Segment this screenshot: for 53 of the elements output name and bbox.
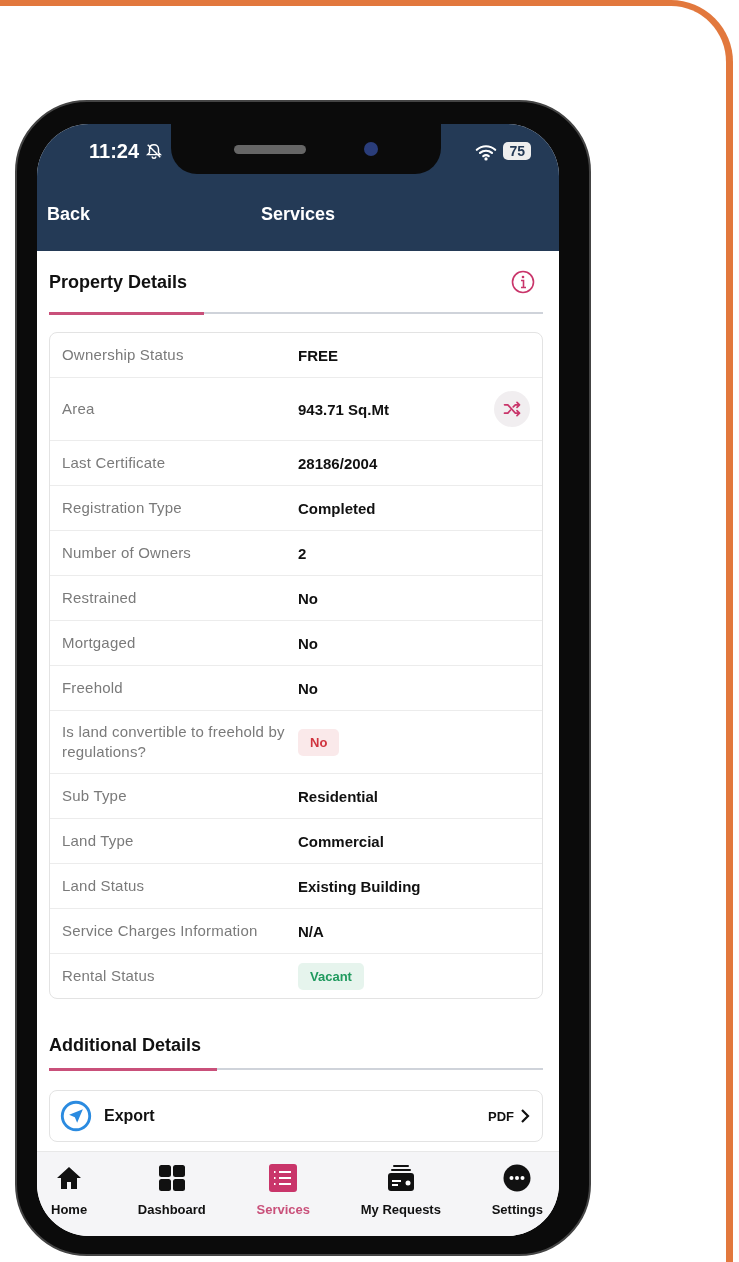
field-value: 28186/2004 — [298, 454, 378, 472]
tab-item[interactable]: Home — [51, 1152, 88, 1236]
field-label: Service Charges Information — [62, 921, 259, 941]
grid-icon — [157, 1164, 186, 1192]
field-value: N/A — [298, 922, 324, 940]
field-label: Last Certificate — [62, 453, 167, 473]
list-icon — [269, 1164, 298, 1192]
field-label: Is land convertible to freehold by regulations? — [62, 722, 286, 762]
field-value: No — [298, 634, 318, 652]
field-label: Mortgaged — [62, 633, 137, 653]
export-label: Export — [104, 1107, 156, 1125]
info-icon[interactable] — [511, 270, 535, 294]
wallet-icon — [386, 1164, 415, 1192]
field-label: Freehold — [62, 678, 124, 698]
tab-item[interactable]: Settings — [491, 1152, 543, 1236]
field-label: Rental Status — [62, 966, 156, 986]
field-value: 2 — [298, 544, 307, 562]
field-value: Residential — [298, 787, 379, 805]
export-row[interactable]: Export PDF — [49, 1090, 543, 1142]
field-value: Existing Building — [298, 877, 421, 895]
field-value: 943.71 Sq.Mt — [298, 400, 389, 418]
field-label: Land Type — [62, 831, 135, 851]
status-time: 11:24 — [89, 140, 140, 163]
battery-indicator: 75 — [503, 142, 531, 160]
section-title: Additional Details — [49, 1034, 201, 1056]
tab-item[interactable]: Services — [256, 1152, 310, 1236]
back-button[interactable]: Back — [47, 203, 91, 225]
status-tag: Vacant — [298, 962, 364, 990]
field-value: Commercial — [298, 832, 384, 850]
field-label: Registration Type — [62, 498, 183, 518]
screen-title: Services — [260, 203, 336, 225]
field-label: Number of Owners — [62, 543, 193, 563]
section-title: Property Details — [49, 271, 188, 293]
shuffle-icon — [502, 399, 522, 419]
field-value: No — [298, 679, 318, 697]
field-label: Restrained — [62, 588, 138, 608]
field-value: FREE — [298, 346, 338, 364]
paper-plane-icon — [60, 1100, 92, 1132]
shuffle-button[interactable] — [494, 391, 530, 427]
field-label: Area — [62, 399, 96, 419]
field-label: Ownership Status — [62, 345, 185, 365]
chevron-right-icon — [520, 1108, 530, 1124]
tab-item[interactable]: My Requests — [360, 1152, 441, 1236]
field-value: Completed — [298, 499, 376, 517]
field-value: No — [298, 589, 318, 607]
field-label: Land Status — [62, 876, 146, 896]
status-tag: No — [298, 728, 340, 756]
bell-muted-icon — [145, 142, 164, 160]
more-icon — [503, 1164, 532, 1192]
field-label: Sub Type — [62, 786, 128, 806]
wifi-icon — [475, 144, 498, 161]
tab-item[interactable]: Dashboard — [137, 1152, 206, 1236]
export-format: PDF — [488, 1108, 514, 1124]
